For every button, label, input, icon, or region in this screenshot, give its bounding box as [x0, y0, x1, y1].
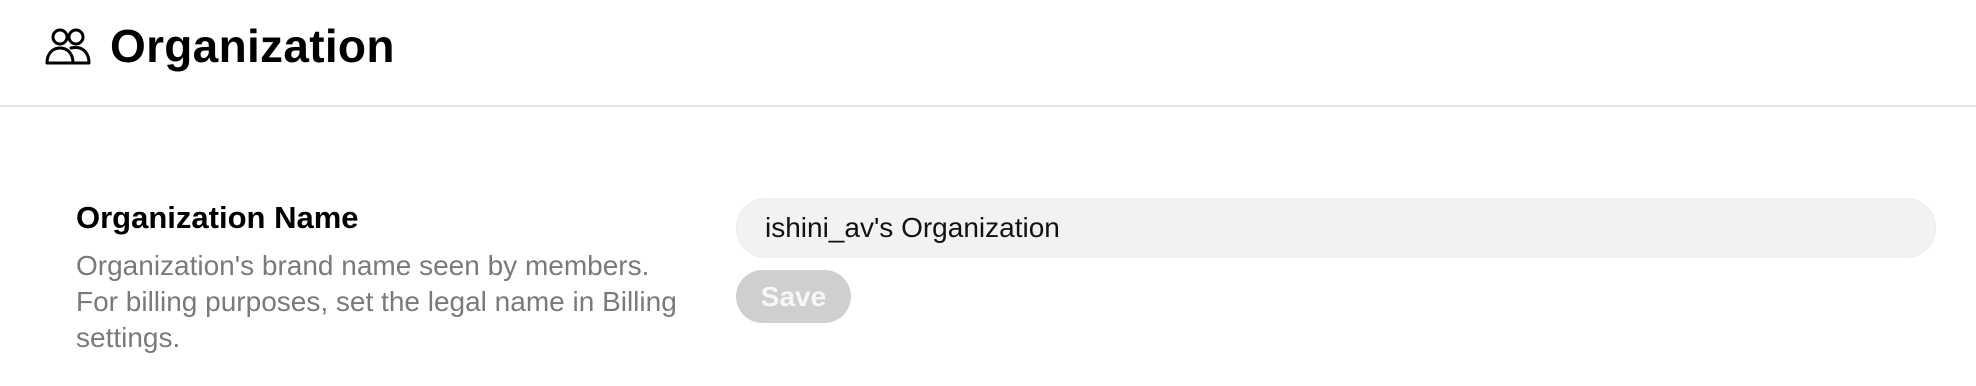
page-header: Organization — [0, 0, 1976, 107]
save-button[interactable]: Save — [736, 270, 851, 323]
users-icon — [44, 26, 92, 66]
page-title: Organization — [110, 20, 395, 72]
organization-name-description: Organization's brand name seen by member… — [76, 250, 677, 353]
organization-name-label: Organization Name — [76, 200, 359, 235]
organization-name-input[interactable] — [736, 198, 1936, 258]
